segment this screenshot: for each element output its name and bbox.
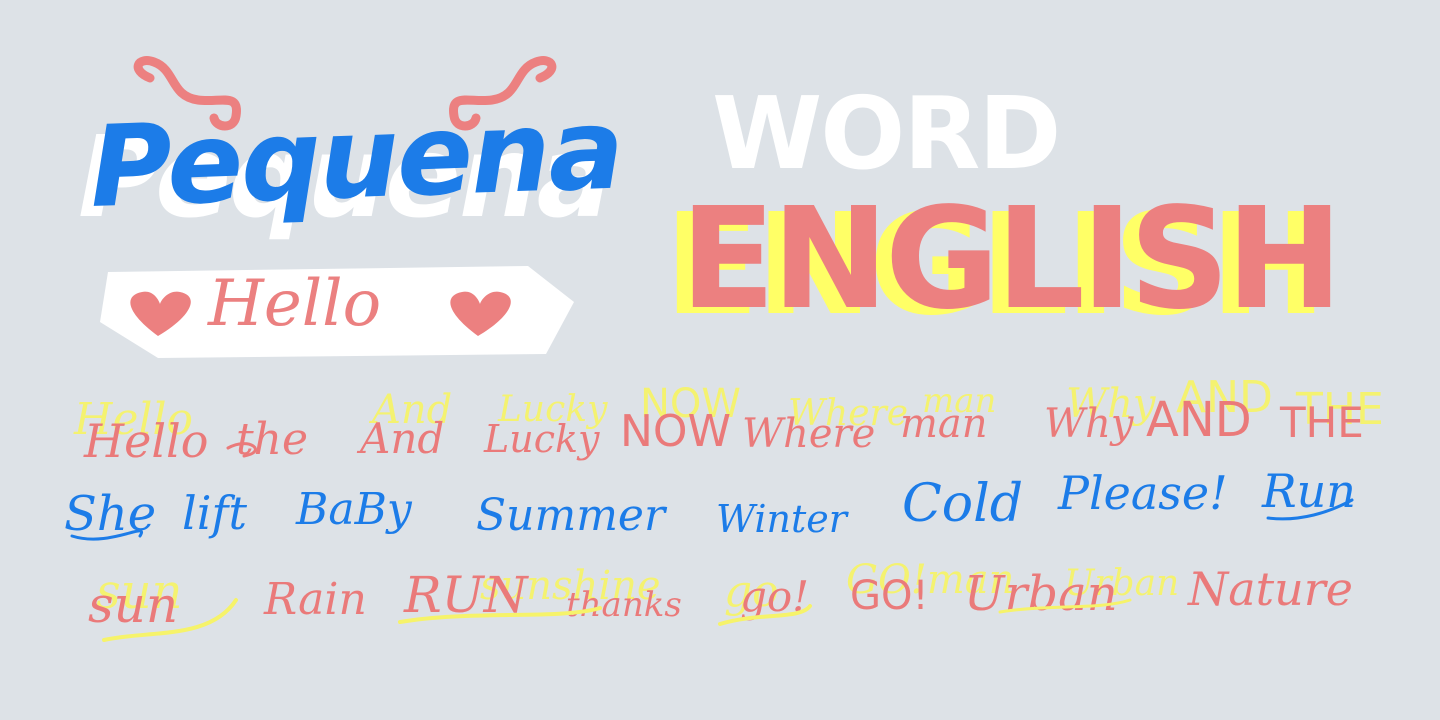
underline-flourish-icon <box>102 598 238 642</box>
underline-flourish-icon <box>398 606 602 624</box>
underline-flourish-icon <box>1266 498 1354 521</box>
underline-flourish-icon <box>718 604 812 626</box>
underline-flourish-icon <box>998 598 1132 614</box>
flourish-underlines <box>70 442 1354 642</box>
underline-flourish-icon <box>226 442 257 458</box>
underline-flourish-icon <box>70 529 144 541</box>
